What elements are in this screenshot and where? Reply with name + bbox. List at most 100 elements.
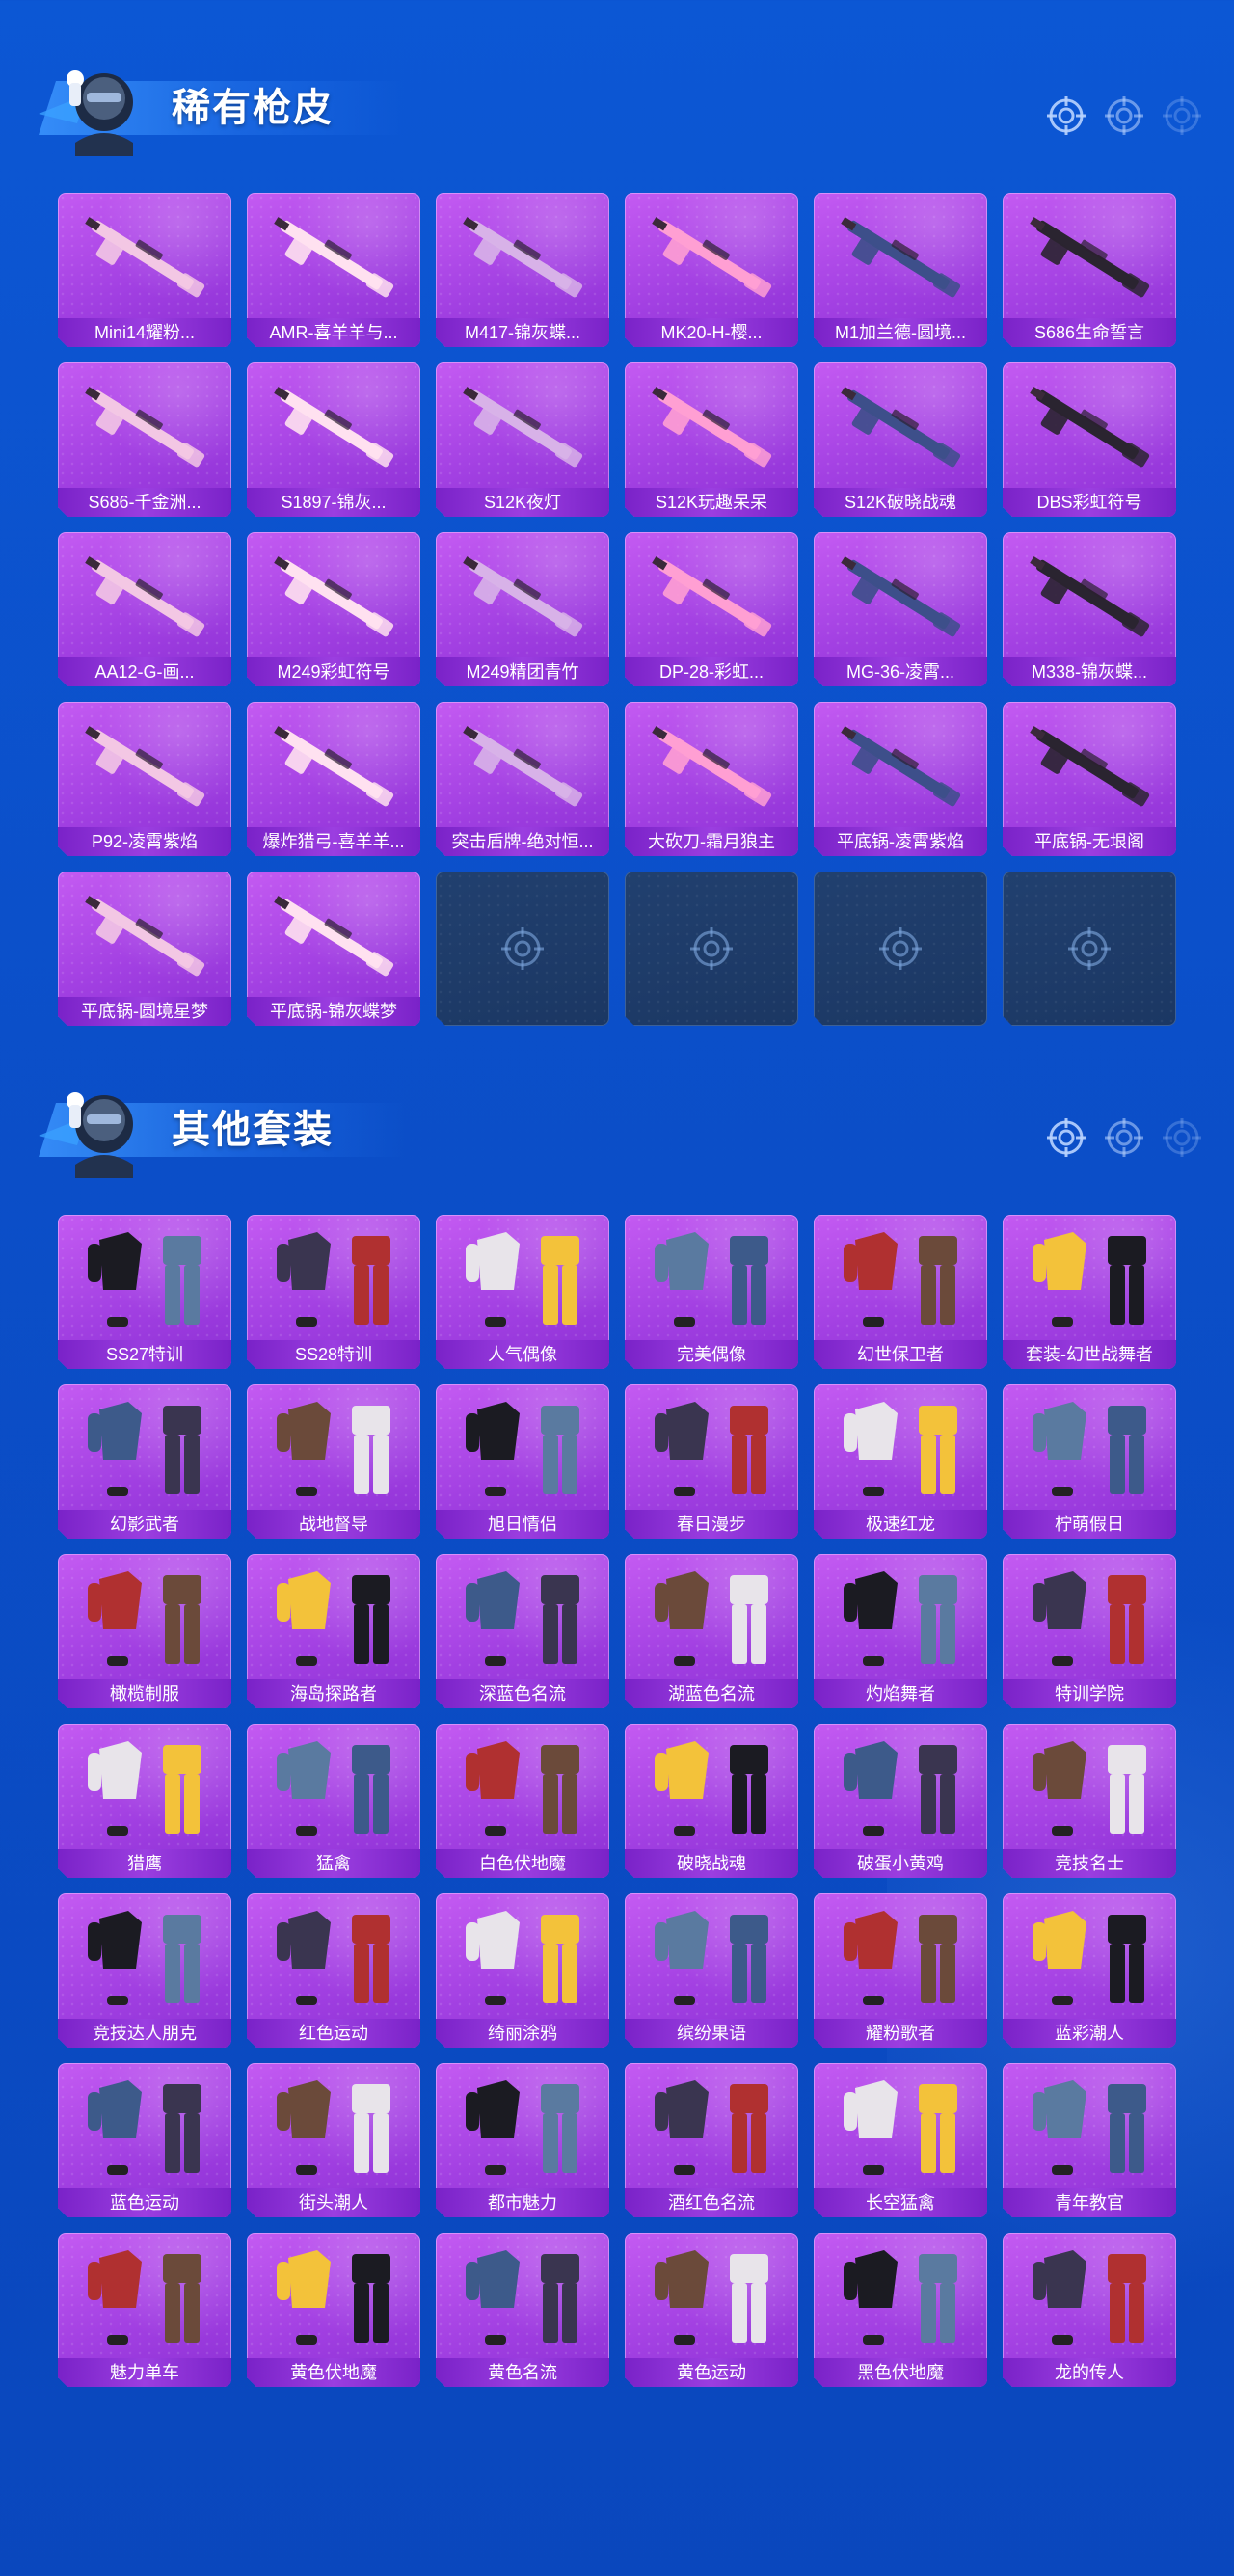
item-card[interactable]: 平底锅-圆境星梦 — [58, 872, 231, 1026]
item-card[interactable]: M338-锦灰蝶... — [1003, 532, 1176, 686]
item-card[interactable]: 深蓝色名流 — [436, 1554, 609, 1708]
outfit-icon — [450, 1392, 595, 1506]
item-card[interactable]: 缤纷果语 — [625, 1893, 798, 2048]
item-card[interactable]: 魅力单车 — [58, 2233, 231, 2387]
item-card[interactable]: 大砍刀-霜月狼主 — [625, 702, 798, 856]
item-card[interactable]: S12K破晓战魂 — [814, 362, 987, 517]
item-card[interactable]: 猎鹰 — [58, 1724, 231, 1878]
empty-slot-card — [1003, 872, 1176, 1026]
item-card[interactable]: 破蛋小黄鸡 — [814, 1724, 987, 1878]
outfit-icon — [72, 1562, 217, 1676]
weapon-skin-icon — [1017, 540, 1162, 654]
item-card[interactable]: M249彩虹符号 — [247, 532, 420, 686]
item-card[interactable]: 极速红龙 — [814, 1384, 987, 1539]
item-card[interactable]: 蓝色运动 — [58, 2063, 231, 2217]
item-card[interactable]: 绮丽涂鸦 — [436, 1893, 609, 2048]
weapon-skin-icon — [1017, 710, 1162, 823]
item-label: 幻世保卫者 — [814, 1340, 987, 1369]
item-card[interactable]: M1加兰德-圆境... — [814, 193, 987, 347]
weapon-skin-icon — [72, 370, 217, 484]
item-card[interactable]: 猛禽 — [247, 1724, 420, 1878]
item-card[interactable]: 柠萌假日 — [1003, 1384, 1176, 1539]
item-card[interactable]: 湖蓝色名流 — [625, 1554, 798, 1708]
item-card[interactable]: 平底锅-凌霄紫焰 — [814, 702, 987, 856]
item-label: 春日漫步 — [625, 1510, 798, 1539]
item-card[interactable]: 海岛探路者 — [247, 1554, 420, 1708]
item-card[interactable]: 完美偶像 — [625, 1215, 798, 1369]
item-card[interactable]: 灼焰舞者 — [814, 1554, 987, 1708]
item-card[interactable]: 竞技达人朋克 — [58, 1893, 231, 2048]
outfit-icon — [1017, 1731, 1162, 1845]
item-card[interactable]: 龙的传人 — [1003, 2233, 1176, 2387]
item-card[interactable]: P92-凌霄紫焰 — [58, 702, 231, 856]
item-label: 蓝色运动 — [58, 2188, 231, 2217]
item-card[interactable]: 青年教官 — [1003, 2063, 1176, 2217]
item-card[interactable]: SS28特训 — [247, 1215, 420, 1369]
item-label: M249精团青竹 — [436, 657, 609, 686]
item-card[interactable]: SS27特训 — [58, 1215, 231, 1369]
outfit-icon — [639, 1392, 784, 1506]
item-card[interactable]: 耀粉歌者 — [814, 1893, 987, 2048]
item-card[interactable]: 酒红色名流 — [625, 2063, 798, 2217]
item-card[interactable]: 爆炸猎弓-喜羊羊... — [247, 702, 420, 856]
item-card[interactable]: 套装-幻世战舞者 — [1003, 1215, 1176, 1369]
section-title: 稀有枪皮 — [172, 87, 334, 129]
item-card[interactable]: 黄色伏地魔 — [247, 2233, 420, 2387]
item-card[interactable]: S12K玩趣呆呆 — [625, 362, 798, 517]
item-card[interactable]: 人气偶像 — [436, 1215, 609, 1369]
item-card[interactable]: M417-锦灰蝶... — [436, 193, 609, 347]
item-card[interactable]: 幻影武者 — [58, 1384, 231, 1539]
outfit-icon — [72, 2071, 217, 2185]
item-card[interactable]: AA12-G-画... — [58, 532, 231, 686]
section-other-suits: 其他套装 SS27特训 SS28特训 人气偶像 完美偶像 幻世保卫者 套装-幻世战舞者 幻影… — [0, 1074, 1234, 1170]
item-card[interactable]: 黑色伏地魔 — [814, 2233, 987, 2387]
item-card[interactable]: 白色伏地魔 — [436, 1724, 609, 1878]
weapon-skin-icon — [261, 710, 406, 823]
item-card[interactable]: 红色运动 — [247, 1893, 420, 2048]
item-card[interactable]: 平底锅-无垠阁 — [1003, 702, 1176, 856]
outfit-icon — [828, 1392, 973, 1506]
item-card[interactable]: 特训学院 — [1003, 1554, 1176, 1708]
crosshair-icon — [688, 926, 735, 972]
weapon-skin-icon — [261, 540, 406, 654]
outfit-icon — [1017, 1901, 1162, 2015]
item-card[interactable]: MG-36-凌霄... — [814, 532, 987, 686]
item-card[interactable]: DBS彩虹符号 — [1003, 362, 1176, 517]
item-card[interactable]: 街头潮人 — [247, 2063, 420, 2217]
item-card[interactable]: M249精团青竹 — [436, 532, 609, 686]
item-card[interactable]: 战地督导 — [247, 1384, 420, 1539]
item-card[interactable]: 突击盾牌-绝对恒... — [436, 702, 609, 856]
weapon-skin-icon — [1017, 201, 1162, 314]
item-label: 大砍刀-霜月狼主 — [625, 827, 798, 856]
item-card[interactable]: 蓝彩潮人 — [1003, 1893, 1176, 2048]
item-card[interactable]: MK20-H-樱... — [625, 193, 798, 347]
item-label: 长空猛禽 — [814, 2188, 987, 2217]
mascot-avatar-icon — [39, 70, 133, 156]
item-label: Mini14耀粉... — [58, 318, 231, 347]
outfit-icon — [261, 2071, 406, 2185]
item-card[interactable]: 黄色名流 — [436, 2233, 609, 2387]
item-label: 完美偶像 — [625, 1340, 798, 1369]
item-card[interactable]: S686生命誓言 — [1003, 193, 1176, 347]
item-card[interactable]: 竞技名士 — [1003, 1724, 1176, 1878]
item-card[interactable]: 都市魅力 — [436, 2063, 609, 2217]
item-card[interactable]: S1897-锦灰... — [247, 362, 420, 517]
item-card[interactable]: 平底锅-锦灰蝶梦 — [247, 872, 420, 1026]
item-card[interactable]: 旭日情侣 — [436, 1384, 609, 1539]
item-card[interactable]: AMR-喜羊羊与... — [247, 193, 420, 347]
item-label: 猎鹰 — [58, 1849, 231, 1878]
item-card[interactable]: 破晓战魂 — [625, 1724, 798, 1878]
item-card[interactable]: DP-28-彩虹... — [625, 532, 798, 686]
weapon-skin-icon — [639, 201, 784, 314]
item-label: S1897-锦灰... — [247, 488, 420, 517]
item-card[interactable]: 黄色运动 — [625, 2233, 798, 2387]
weapon-skin-icon — [639, 540, 784, 654]
item-card[interactable]: 幻世保卫者 — [814, 1215, 987, 1369]
item-card[interactable]: S12K夜灯 — [436, 362, 609, 517]
outfit-icon — [450, 2071, 595, 2185]
item-card[interactable]: 春日漫步 — [625, 1384, 798, 1539]
item-card[interactable]: S686-千金洲... — [58, 362, 231, 517]
item-card[interactable]: Mini14耀粉... — [58, 193, 231, 347]
item-card[interactable]: 橄榄制服 — [58, 1554, 231, 1708]
item-card[interactable]: 长空猛禽 — [814, 2063, 987, 2217]
